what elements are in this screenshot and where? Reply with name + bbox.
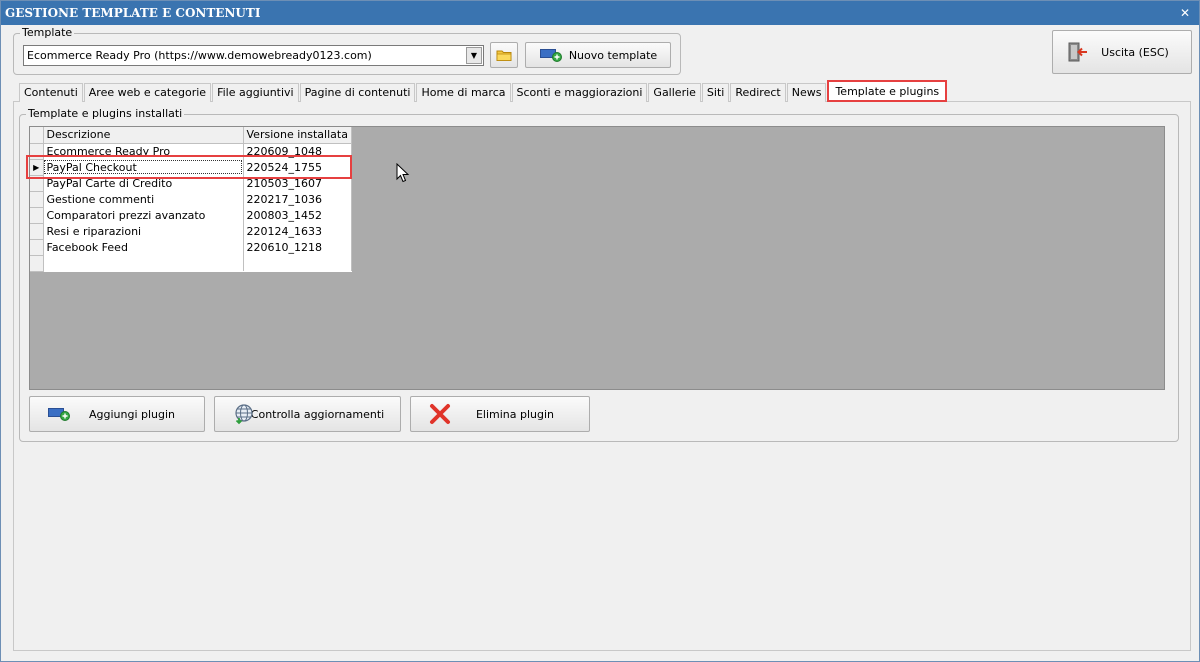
folder-icon bbox=[496, 50, 512, 61]
open-folder-button[interactable] bbox=[490, 42, 518, 68]
row-selector-header[interactable] bbox=[30, 127, 44, 144]
add-plugin-button[interactable]: Aggiungi plugin bbox=[29, 396, 205, 432]
main-window: GESTIONE TEMPLATE E CONTENUTI ✕ Template… bbox=[0, 0, 1200, 662]
row-selector[interactable] bbox=[30, 143, 44, 160]
globe-download-icon bbox=[235, 404, 253, 425]
cell-descrizione[interactable]: Gestione commenti bbox=[43, 191, 244, 207]
column-header-descrizione[interactable]: Descrizione bbox=[43, 127, 244, 144]
plugins-legend: Template e plugins installati bbox=[26, 107, 185, 121]
cell-versione[interactable]: 220609_1048 bbox=[243, 143, 352, 159]
plugins-grid[interactable]: Descrizione Versione installata Ecommerc… bbox=[29, 126, 1165, 390]
tab-home-di-marca[interactable]: Home di marca bbox=[416, 83, 511, 102]
tab-pagine-di-contenuti[interactable]: Pagine di contenuti bbox=[299, 83, 416, 102]
delete-plugin-label: Elimina plugin bbox=[475, 407, 555, 421]
row-selector[interactable] bbox=[30, 191, 44, 208]
table-row-new[interactable] bbox=[30, 255, 352, 272]
table-row[interactable]: Ecommerce Ready Pro 220609_1048 bbox=[30, 143, 352, 160]
column-header-versione[interactable]: Versione installata bbox=[243, 127, 352, 144]
new-template-label: Nuovo template bbox=[568, 48, 658, 62]
add-plugin-label: Aggiungi plugin bbox=[88, 407, 176, 421]
cell-descrizione[interactable]: Ecommerce Ready Pro bbox=[43, 143, 244, 159]
tab-sconti-e-maggiorazioni[interactable]: Sconti e maggiorazioni bbox=[511, 83, 648, 102]
cell-versione[interactable]: 210503_1607 bbox=[243, 175, 352, 191]
table-row[interactable]: Comparatori prezzi avanzato 200803_1452 bbox=[30, 207, 352, 224]
cell-versione[interactable]: 220217_1036 bbox=[243, 191, 352, 207]
cell-versione[interactable]: 220124_1633 bbox=[243, 223, 352, 239]
row-selector[interactable] bbox=[30, 255, 44, 272]
check-updates-label: Controlla aggiornamenti bbox=[250, 407, 385, 421]
cell-descrizione[interactable]: Resi e riparazioni bbox=[43, 223, 244, 239]
tab-news[interactable]: News bbox=[786, 83, 827, 102]
table-row[interactable]: Facebook Feed 220610_1218 bbox=[30, 239, 352, 256]
tab-contenuti[interactable]: Contenuti bbox=[19, 83, 83, 102]
add-window-icon bbox=[48, 408, 70, 421]
cell-versione[interactable] bbox=[243, 255, 352, 271]
exit-button-label: Uscita (ESC) bbox=[1101, 45, 1169, 59]
tab-file-aggiuntivi[interactable]: File aggiuntivi bbox=[212, 83, 299, 102]
cell-descrizione[interactable] bbox=[43, 255, 244, 271]
row-selector[interactable] bbox=[30, 223, 44, 240]
window-title: GESTIONE TEMPLATE E CONTENUTI bbox=[5, 6, 261, 20]
cell-versione[interactable]: 220610_1218 bbox=[243, 239, 352, 255]
table-row[interactable]: PayPal Carte di Credito 210503_1607 bbox=[30, 175, 352, 192]
template-legend: Template bbox=[20, 26, 75, 40]
add-window-icon bbox=[540, 49, 562, 62]
cell-descrizione[interactable]: Comparatori prezzi avanzato bbox=[43, 207, 244, 223]
tab-aree-web-e-categorie[interactable]: Aree web e categorie bbox=[83, 83, 212, 102]
table-row-selected[interactable]: ▶ PayPal Checkout 220524_1755 bbox=[30, 159, 352, 176]
exit-button[interactable]: Uscita (ESC) bbox=[1052, 30, 1192, 74]
cell-versione[interactable]: 220524_1755 bbox=[243, 159, 352, 175]
check-updates-button[interactable]: Controlla aggiornamenti bbox=[214, 396, 401, 432]
tab-gallerie[interactable]: Gallerie bbox=[648, 83, 701, 102]
exit-door-icon bbox=[1068, 42, 1087, 62]
table-header-row: Descrizione Versione installata bbox=[30, 127, 352, 144]
tab-template-e-plugins[interactable]: Template e plugins bbox=[827, 80, 948, 102]
row-selector[interactable] bbox=[30, 175, 44, 192]
tab-strip: Contenuti Aree web e categorie File aggi… bbox=[19, 80, 948, 102]
plugins-table: Descrizione Versione installata Ecommerc… bbox=[30, 127, 352, 272]
table-row[interactable]: Gestione commenti 220217_1036 bbox=[30, 191, 352, 208]
mouse-cursor-icon bbox=[396, 163, 410, 183]
close-icon[interactable]: ✕ bbox=[1177, 1, 1193, 25]
current-row-arrow-icon[interactable]: ▶ bbox=[30, 159, 44, 176]
row-selector[interactable] bbox=[30, 207, 44, 224]
cell-descrizione[interactable]: PayPal Carte di Credito bbox=[43, 175, 244, 191]
new-template-button[interactable]: Nuovo template bbox=[525, 42, 671, 68]
cell-versione[interactable]: 200803_1452 bbox=[243, 207, 352, 223]
table-row[interactable]: Resi e riparazioni 220124_1633 bbox=[30, 223, 352, 240]
row-selector[interactable] bbox=[30, 239, 44, 256]
title-bar: GESTIONE TEMPLATE E CONTENUTI ✕ bbox=[1, 1, 1199, 25]
template-combobox[interactable]: Ecommerce Ready Pro (https://www.demoweb… bbox=[23, 45, 484, 66]
delete-plugin-button[interactable]: Elimina plugin bbox=[410, 396, 590, 432]
tab-redirect[interactable]: Redirect bbox=[730, 83, 786, 102]
cell-descrizione[interactable]: Facebook Feed bbox=[43, 239, 244, 255]
chevron-down-icon[interactable]: ▼ bbox=[466, 47, 482, 64]
template-combobox-value: Ecommerce Ready Pro (https://www.demoweb… bbox=[27, 49, 372, 62]
red-x-delete-icon bbox=[430, 404, 450, 424]
tab-siti[interactable]: Siti bbox=[701, 83, 730, 102]
cell-descrizione[interactable]: PayPal Checkout bbox=[43, 159, 244, 175]
